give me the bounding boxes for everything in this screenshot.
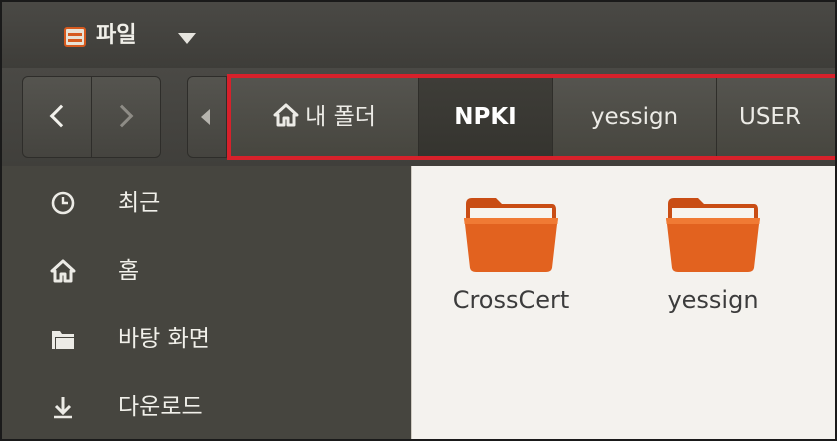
crumb-home[interactable]: 내 폴더 — [231, 78, 419, 156]
chevron-left-icon — [49, 104, 73, 128]
download-icon — [50, 394, 76, 420]
folder-icon — [664, 190, 762, 274]
sidebar-item-label: 최근 — [118, 190, 161, 216]
files-app-icon — [64, 27, 86, 47]
back-button[interactable] — [22, 76, 92, 158]
home-icon — [273, 103, 299, 127]
file-manager-window: 파일 내 폴더 NPKI yessign USER 최근 홈 바탕 화면 다운로… — [0, 0, 837, 441]
caret-down-icon[interactable] — [178, 33, 196, 44]
sidebar-item-label: 홈 — [118, 258, 140, 284]
triangle-left-icon — [201, 109, 210, 125]
folder-item[interactable]: yessign — [644, 166, 774, 316]
crumb-label: NPKI — [454, 104, 517, 130]
sidebar-item-recent[interactable]: 최근 — [2, 170, 411, 238]
crumb-npki[interactable]: NPKI — [419, 78, 553, 156]
clock-icon — [50, 190, 76, 216]
sidebar-item-label: 바탕 화면 — [118, 326, 210, 352]
crumb-label: 내 폴더 — [305, 104, 376, 130]
sidebar-item-downloads[interactable]: 다운로드 — [2, 374, 411, 439]
sidebar-item-home[interactable]: 홈 — [2, 238, 411, 306]
folder-name: CrossCert — [452, 286, 570, 314]
file-view: CrossCert yessign — [411, 166, 835, 439]
folder-item[interactable]: CrossCert — [442, 166, 572, 316]
crumb-user[interactable]: USER — [717, 78, 835, 156]
crumb-label: USER — [739, 104, 801, 130]
chevron-right-icon — [110, 104, 134, 128]
path-scroll-left-button[interactable] — [187, 76, 227, 158]
folder-icon — [462, 190, 560, 274]
folder-icon — [50, 326, 76, 352]
top-menu-bar: 파일 — [2, 2, 835, 69]
sidebar-item-label: 다운로드 — [118, 394, 203, 420]
forward-button[interactable] — [91, 76, 161, 158]
home-icon — [50, 258, 76, 284]
path-bar-highlight: 내 폴더 NPKI yessign USER — [227, 74, 835, 160]
crumb-yessign[interactable]: yessign — [553, 78, 717, 156]
folder-name: yessign — [667, 286, 759, 314]
sidebar-item-desktop[interactable]: 바탕 화면 — [2, 306, 411, 374]
sidebar: 최근 홈 바탕 화면 다운로드 — [2, 166, 411, 439]
app-menu-title[interactable]: 파일 — [96, 22, 136, 50]
crumb-label: yessign — [590, 104, 679, 130]
